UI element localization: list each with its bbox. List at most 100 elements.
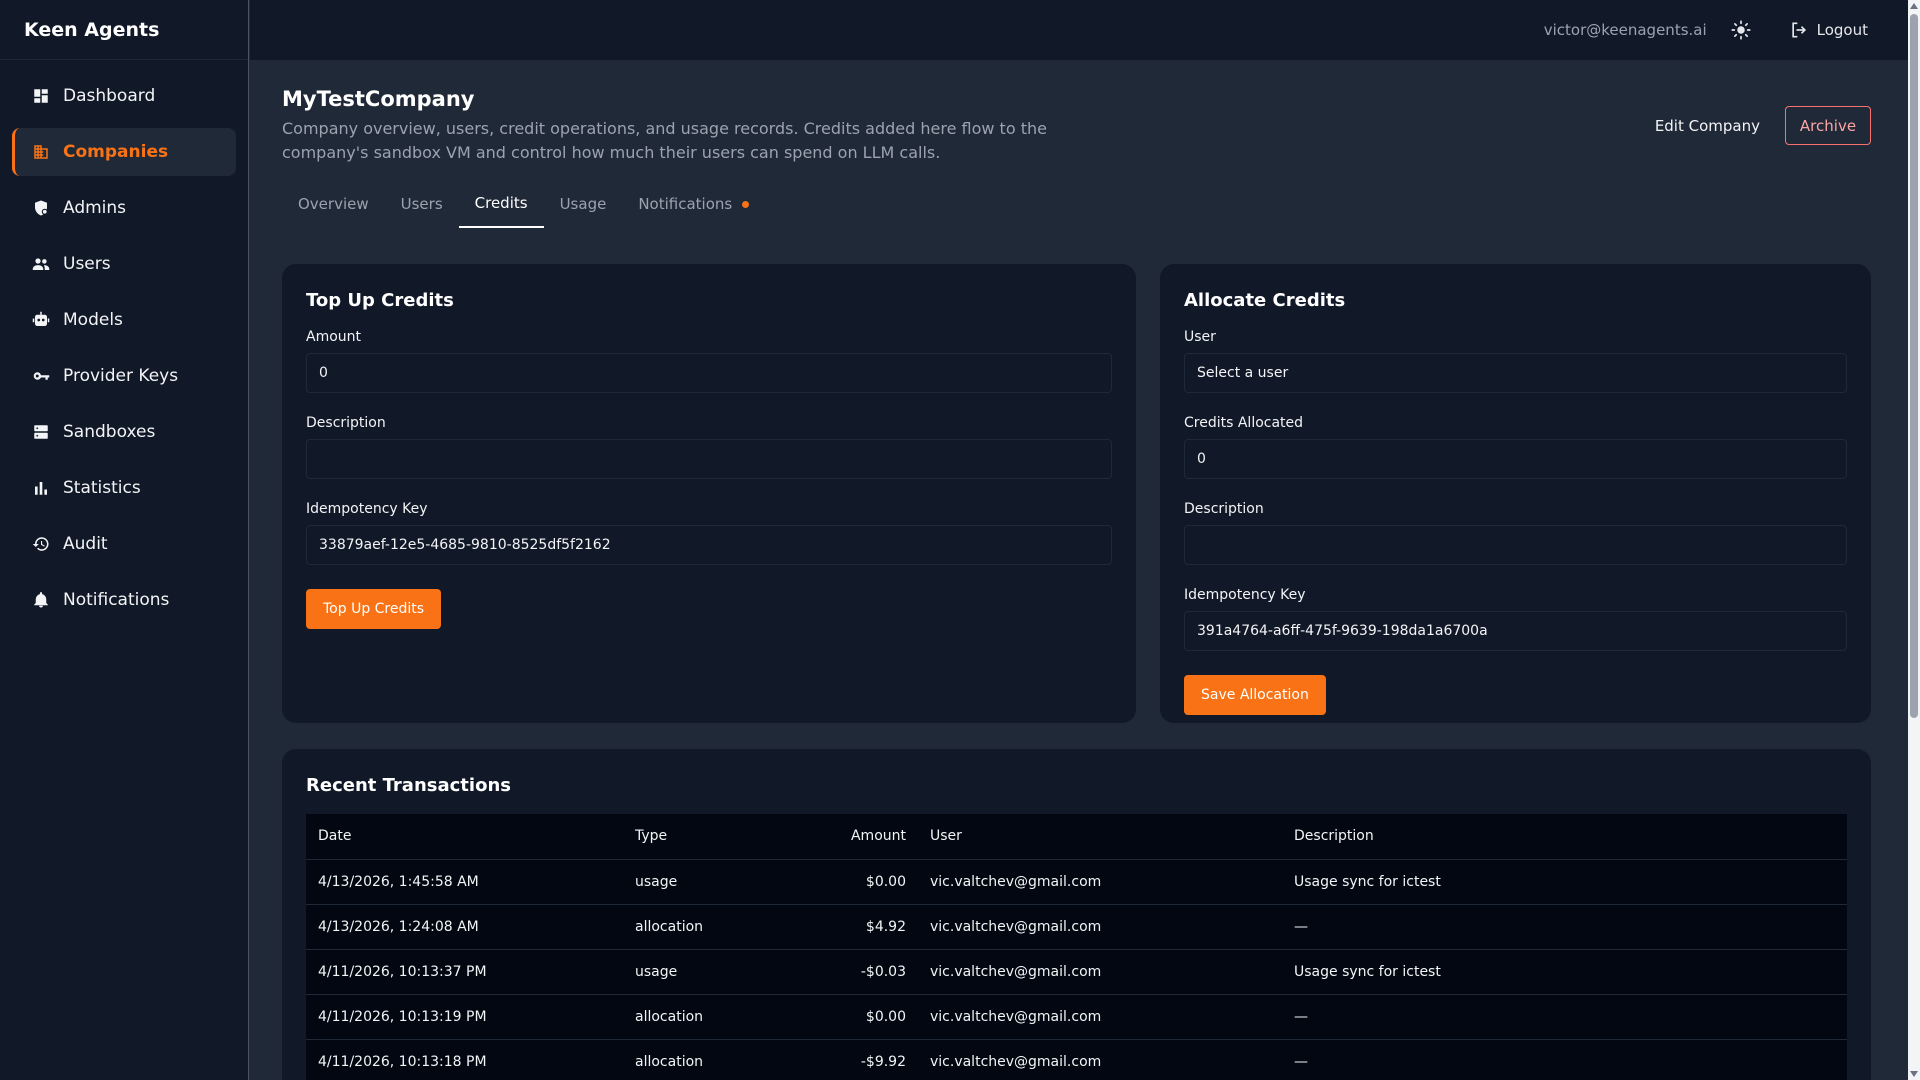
sidebar: Keen Agents Dashboard Companies Admins U…: [0, 0, 249, 1080]
save-allocation-button[interactable]: Save Allocation: [1184, 675, 1326, 715]
column-header-amount: Amount: [850, 828, 906, 845]
cell-amount: $0.00: [773, 858, 918, 904]
sidebar-item-companies[interactable]: Companies: [12, 128, 236, 176]
scroll-down-arrow-icon[interactable]: [1910, 1071, 1918, 1077]
sidebar-item-users[interactable]: Users: [12, 240, 236, 288]
credits-allocated-input[interactable]: [1184, 439, 1847, 479]
description-input[interactable]: [1184, 525, 1847, 565]
sidebar-nav: Dashboard Companies Admins Users Models: [0, 60, 248, 624]
sidebar-item-dashboard[interactable]: Dashboard: [12, 72, 236, 120]
cell-description: Usage sync for ictest: [1282, 948, 1847, 994]
column-header-date: Date: [318, 828, 352, 845]
cell-date: 4/11/2026, 10:13:37 PM: [306, 948, 623, 994]
cell-type: allocation: [623, 903, 773, 949]
main-content: MyTestCompany Company overview, users, c…: [250, 60, 1908, 1080]
sidebar-item-notifications[interactable]: Notifications: [12, 576, 236, 624]
sidebar-item-label: Audit: [63, 534, 108, 554]
tab-usage[interactable]: Usage: [544, 180, 623, 228]
brand-logo[interactable]: Keen Agents: [0, 0, 248, 60]
cell-description: Usage sync for ictest: [1282, 858, 1847, 904]
logout-button[interactable]: Logout: [1789, 20, 1868, 40]
column-header-type: Type: [635, 828, 668, 845]
description-input[interactable]: [306, 439, 1112, 479]
theme-toggle-button[interactable]: [1729, 18, 1753, 42]
sidebar-item-label: Provider Keys: [63, 366, 179, 386]
cell-date: 4/11/2026, 10:13:18 PM: [306, 1038, 623, 1080]
tab-users[interactable]: Users: [385, 180, 459, 228]
table-row: 4/11/2026, 10:13:19 PM allocation $0.00 …: [306, 993, 1847, 1039]
idempotency-key-input[interactable]: [1184, 611, 1847, 651]
sidebar-item-statistics[interactable]: Statistics: [12, 464, 236, 512]
credits-allocated-label: Credits Allocated: [1184, 415, 1304, 431]
table-row: 4/11/2026, 10:13:18 PM allocation -$9.92…: [306, 1038, 1847, 1080]
sidebar-item-sandboxes[interactable]: Sandboxes: [12, 408, 236, 456]
idempotency-key-label: Idempotency Key: [306, 501, 428, 517]
tab-credits[interactable]: Credits: [458, 180, 544, 228]
edit-company-button[interactable]: Edit Company: [1655, 117, 1760, 135]
sidebar-item-audit[interactable]: Audit: [12, 520, 236, 568]
tab-bar: Overview Users Credits Usage Notificatio…: [282, 180, 1871, 232]
cell-user: vic.valtchev@gmail.com: [918, 993, 1282, 1039]
column-header-description: Description: [1294, 828, 1374, 845]
amount-label: Amount: [306, 329, 362, 345]
archive-button[interactable]: Archive: [1785, 106, 1871, 145]
tab-notifications-label: Notifications: [638, 195, 733, 213]
page-title: MyTestCompany: [282, 87, 475, 111]
idempotency-key-label: Idempotency Key: [1184, 587, 1306, 603]
sidebar-item-admins[interactable]: Admins: [12, 184, 236, 232]
admin-shield-icon: [31, 198, 51, 218]
card-title: Top Up Credits: [306, 290, 454, 311]
scrollbar-thumb[interactable]: [1910, 14, 1918, 718]
page-description: Company overview, users, credit operatio…: [282, 119, 1047, 162]
robot-icon: [31, 310, 51, 330]
user-select[interactable]: Select a user: [1184, 353, 1847, 393]
cell-type: usage: [623, 948, 773, 994]
sidebar-item-label: Users: [63, 254, 111, 274]
cell-user: vic.valtchev@gmail.com: [918, 858, 1282, 904]
cell-date: 4/11/2026, 10:13:19 PM: [306, 993, 623, 1039]
table-row: 4/13/2026, 1:24:08 AM allocation $4.92 v…: [306, 903, 1847, 949]
sidebar-item-provider-keys[interactable]: Provider Keys: [12, 352, 236, 400]
recent-transactions-card: Recent Transactions Date Type Amount Use…: [282, 749, 1871, 1080]
users-icon: [31, 254, 51, 274]
building-icon: [31, 142, 51, 162]
page-header: MyTestCompany Company overview, users, c…: [282, 60, 1871, 180]
cell-amount: -$0.03: [773, 948, 918, 994]
page-scrollbar[interactable]: [1908, 0, 1920, 1080]
column-header-user: User: [930, 828, 962, 845]
top-up-credits-card: Top Up Credits Amount Description Idempo…: [282, 264, 1136, 723]
sidebar-item-label: Dashboard: [63, 86, 156, 106]
user-email: victor@keenagents.ai: [1543, 21, 1707, 39]
cell-type: allocation: [623, 1038, 773, 1080]
cell-amount: -$9.92: [773, 1038, 918, 1080]
header-actions: Edit Company Archive: [1655, 106, 1871, 145]
sidebar-item-label: Notifications: [63, 590, 170, 610]
cell-date: 4/13/2026, 1:24:08 AM: [306, 903, 623, 949]
sidebar-item-label: Models: [63, 310, 123, 330]
key-icon: [31, 366, 51, 386]
top-up-credits-button[interactable]: Top Up Credits: [306, 589, 442, 629]
card-title: Recent Transactions: [306, 775, 511, 796]
amount-input[interactable]: [306, 353, 1112, 393]
sidebar-item-models[interactable]: Models: [12, 296, 236, 344]
user-label: User: [1184, 329, 1216, 345]
history-icon: [31, 534, 51, 554]
dashboard-icon: [31, 86, 51, 106]
cell-description: —: [1282, 903, 1847, 949]
table-row: 4/11/2026, 10:13:37 PM usage -$0.03 vic.…: [306, 948, 1847, 994]
cell-description: —: [1282, 1038, 1847, 1080]
idempotency-key-input[interactable]: [306, 525, 1112, 565]
cell-type: allocation: [623, 993, 773, 1039]
cell-date: 4/13/2026, 1:45:58 AM: [306, 858, 623, 904]
bar-chart-icon: [31, 478, 51, 498]
logout-icon: [1791, 22, 1806, 38]
cell-user: vic.valtchev@gmail.com: [918, 903, 1282, 949]
description-label: Description: [306, 415, 386, 431]
logout-label: Logout: [1816, 21, 1868, 39]
credit-cards: Top Up Credits Amount Description Idempo…: [282, 264, 1871, 723]
scroll-up-arrow-icon[interactable]: [1910, 3, 1918, 9]
cell-user: vic.valtchev@gmail.com: [918, 1038, 1282, 1080]
tab-notifications[interactable]: Notifications: [622, 180, 765, 228]
transactions-table: Date Type Amount User Description 4/13/2…: [306, 814, 1847, 1080]
tab-overview[interactable]: Overview: [282, 180, 385, 228]
